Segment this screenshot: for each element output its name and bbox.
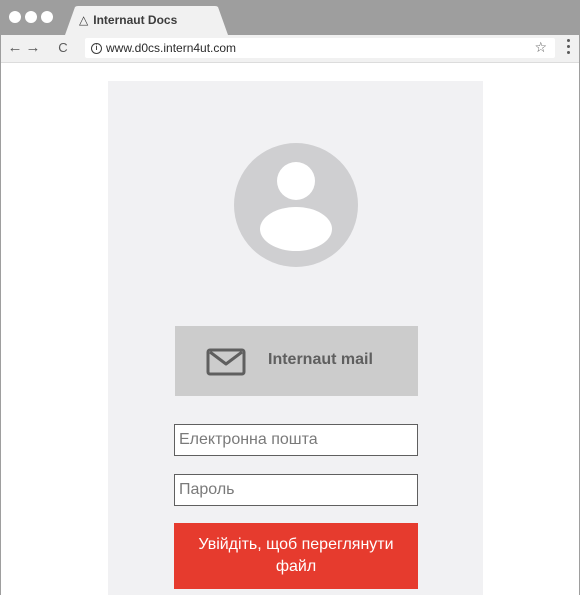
tab-title: Internaut Docs (93, 13, 178, 27)
browser-tab[interactable]: △ Internaut Docs (65, 6, 237, 35)
password-field[interactable] (174, 474, 418, 506)
back-arrow-icon[interactable]: ← (7, 39, 23, 57)
minimize-window-button[interactable] (25, 11, 37, 23)
close-window-button[interactable] (9, 11, 21, 23)
forward-arrow-icon[interactable]: → (25, 39, 41, 57)
browser-window: △ Internaut Docs ← → C i www.d0cs.intern… (0, 0, 580, 595)
address-toolbar: ← → C i www.d0cs.intern4ut.com ☆ (1, 35, 579, 63)
window-controls (9, 11, 53, 23)
login-card: Internaut mail Увійдіть, щоб переглянути… (108, 81, 483, 595)
reload-icon[interactable]: C (55, 39, 71, 57)
address-bar[interactable]: i www.d0cs.intern4ut.com ☆ (85, 38, 555, 58)
maximize-window-button[interactable] (41, 11, 53, 23)
info-icon[interactable]: i (91, 42, 102, 54)
url-text[interactable]: www.d0cs.intern4ut.com (106, 41, 236, 55)
title-bar: △ Internaut Docs (1, 0, 579, 35)
internaut-mail-button[interactable]: Internaut mail (175, 326, 418, 396)
user-avatar-icon (234, 143, 358, 267)
email-field[interactable] (174, 424, 418, 456)
warning-triangle-icon: △ (79, 13, 89, 27)
envelope-icon (206, 348, 246, 376)
mail-button-label: Internaut mail (268, 351, 373, 368)
bookmark-star-icon[interactable]: ☆ (534, 39, 547, 56)
login-submit-button[interactable]: Увійдіть, щоб переглянути файл (174, 523, 418, 589)
browser-menu-icon[interactable] (566, 39, 570, 54)
